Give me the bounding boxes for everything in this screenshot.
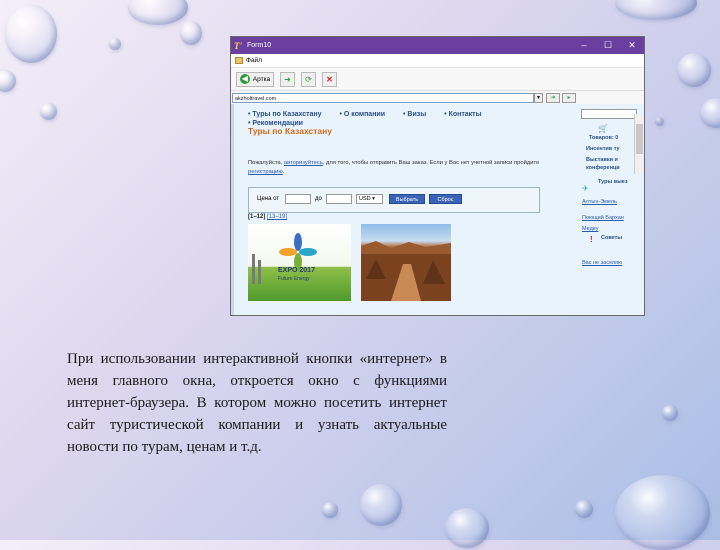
forward-arrow-icon: ➜ (284, 74, 291, 84)
faq-link[interactable]: Вас не заселяю (582, 260, 622, 266)
pager-current: [1–12] (248, 214, 266, 220)
nav-item-contacts[interactable]: • Контакты (444, 111, 489, 118)
water-drop-decoration (615, 475, 710, 550)
price-filter: Цена от до USD ▾ Выбрать Сброс (248, 187, 540, 213)
go-arrow-icon: ➜ (550, 95, 556, 101)
refresh-button[interactable]: ⟳ (301, 71, 316, 87)
water-drop-decoration (109, 38, 121, 50)
menu-bar: Файл (231, 54, 644, 68)
cart-icon[interactable]: 🛒 (598, 124, 608, 133)
sidebar-search-input[interactable] (581, 109, 637, 119)
expo-logo-icon (252, 233, 317, 284)
price-to-input[interactable] (326, 194, 352, 204)
water-drop-decoration (128, 0, 188, 25)
title-bar: Т' Form10 – ☐ ✕ (231, 37, 644, 54)
back-button[interactable]: ◀ Артка (236, 71, 274, 87)
canyon-image[interactable] (361, 224, 451, 301)
back-button-label: Артка (252, 75, 271, 83)
close-icon[interactable]: ✕ (620, 37, 644, 54)
page-left-strip (231, 104, 234, 315)
expo-2017-image[interactable]: EXPO 2017 Future Energy (248, 224, 351, 301)
nav-item-tours[interactable]: • Туры по Казахстану (248, 111, 330, 118)
water-drop-decoration (700, 98, 720, 128)
refresh-icon: ⟳ (305, 74, 312, 84)
water-drop-decoration (322, 502, 338, 518)
window-controls: – ☐ ✕ (572, 37, 644, 54)
promo-conferences[interactable]: конференци (586, 165, 620, 171)
water-drop-decoration (575, 500, 593, 518)
water-drop-decoration (0, 70, 16, 92)
water-drop-decoration (445, 508, 489, 548)
stop-button[interactable]: ✕ (322, 71, 337, 87)
select-button[interactable]: Выбрать (389, 194, 425, 204)
water-drop-decoration (40, 103, 57, 120)
water-drop-decoration (5, 5, 57, 63)
water-drop-decoration (655, 117, 664, 126)
window-title: Form10 (247, 42, 272, 49)
water-drop-decoration (180, 21, 202, 45)
promo-incentive[interactable]: Инсентив ту (586, 146, 620, 152)
go-end-button[interactable]: ▸ (562, 93, 576, 103)
login-link[interactable]: авторизуйтесь (284, 160, 323, 166)
forward-button[interactable]: ➜ (280, 71, 295, 87)
app-icon: Т' (234, 40, 242, 51)
water-drop-decoration (677, 53, 711, 87)
go-button[interactable]: ➜ (546, 93, 560, 103)
warning-icon: ! (590, 235, 593, 244)
back-arrow-icon: ◀ (239, 74, 250, 84)
promo-exhibitions[interactable]: Выставки и (586, 157, 618, 163)
canyon-photo-icon (361, 241, 451, 301)
file-icon (235, 57, 243, 64)
link-singing-dune[interactable]: Поющий Бархан (582, 215, 624, 221)
register-link[interactable]: регистрацию (248, 169, 283, 175)
page-scrollbar[interactable] (634, 114, 644, 174)
browser-window: Т' Form10 – ☐ ✕ Файл ◀ Артка ➜ ⟳ ✕ akzho… (230, 36, 645, 316)
water-drop-decoration (360, 484, 402, 526)
nav-item-visas[interactable]: • Визы (403, 111, 434, 118)
water-drop-decoration (615, 0, 697, 20)
nav-item-about[interactable]: • О компании (340, 111, 394, 118)
pager-next-link[interactable]: [13–19] (267, 214, 287, 220)
minimize-icon[interactable]: – (572, 37, 596, 54)
menu-file[interactable]: Файл (246, 57, 262, 64)
go-end-icon: ▸ (567, 95, 571, 101)
pagination: [1–12] [13–19] (248, 214, 287, 220)
address-bar: akzholtravel.com ▼ ➜ ▸ (231, 91, 644, 105)
price-to-label: до (315, 196, 322, 202)
advice-link[interactable]: Советы (601, 235, 622, 241)
stop-icon: ✕ (326, 74, 333, 84)
reset-button[interactable]: Сброс (429, 194, 462, 204)
page-heading: Туры по Казахстану (248, 126, 332, 136)
plane-icon: ✈ (582, 184, 589, 193)
expo-subtitle: Future Energy (278, 276, 310, 282)
login-notice: Пожалуйста, авторизуйтесь, для того, что… (248, 160, 540, 175)
tours-outbound[interactable]: Туры выез (598, 179, 628, 185)
maximize-icon[interactable]: ☐ (596, 37, 620, 54)
scrollbar-thumb[interactable] (636, 124, 643, 154)
slide-caption: При использовании интерактивной кнопки «… (67, 351, 447, 455)
link-medeu[interactable]: Медеу (582, 226, 599, 232)
address-input[interactable]: akzholtravel.com (232, 93, 534, 103)
toolbar: ◀ Артка ➜ ⟳ ✕ (231, 68, 644, 91)
price-from-input[interactable] (285, 194, 311, 204)
link-altyn-emel[interactable]: Алтын-Эмель (582, 199, 617, 205)
currency-select[interactable]: USD ▾ (356, 194, 383, 204)
expo-title: EXPO 2017 (278, 267, 315, 274)
cart-count: Товаров: 0 (589, 135, 619, 141)
price-from-label: Цена от (257, 196, 280, 202)
water-drop-decoration (662, 405, 678, 421)
web-page: • Туры по Казахстану • О компании • Визы… (231, 104, 644, 315)
address-dropdown-icon[interactable]: ▼ (534, 93, 543, 103)
